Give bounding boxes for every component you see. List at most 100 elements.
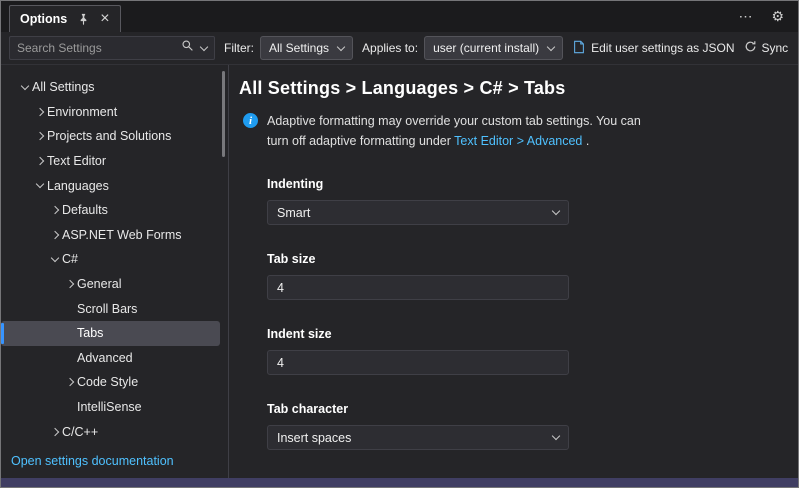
applies-to-value: user (current install) [433,41,540,55]
search-box[interactable] [9,36,215,60]
search-input[interactable] [17,41,174,55]
applies-to-dropdown[interactable]: user (current install) [424,36,564,60]
sidebar-item-aspnet-web-forms[interactable]: ASP.NET Web Forms [1,223,220,248]
pin-icon[interactable] [77,13,90,26]
titlebar-actions: ⋯ ⚙ [738,1,798,32]
search-icon[interactable] [181,39,194,57]
settings-tree: All Settings Environment Projects and So… [1,75,228,446]
filter-value: All Settings [269,41,330,55]
open-settings-documentation-link[interactable]: Open settings documentation [1,446,228,478]
sidebar-item-csharp[interactable]: C# [1,247,220,272]
tree-item-label: Advanced [77,350,133,365]
tab-title: Options [20,12,68,26]
chevron-down-icon [336,42,346,51]
tree-item-label: Tabs [77,326,104,341]
info-line-2: turn off adaptive formatting under Text … [267,134,590,148]
applies-to-group: Applies to: user (current install) [362,36,564,60]
edit-json-icon [572,40,586,57]
sidebar-item-code-style[interactable]: Code Style [1,370,220,395]
sidebar-item-general[interactable]: General [1,272,220,297]
breadcrumb: All Settings > Languages > C# > Tabs [239,78,566,98]
chevron-right-icon[interactable] [32,156,47,166]
tree-item-label: Text Editor [47,154,107,169]
chevron-down-icon [546,42,556,51]
chevron-right-icon[interactable] [62,279,77,289]
sidebar-item-languages[interactable]: Languages [1,173,220,198]
sidebar-item-intellisense[interactable]: IntelliSense [1,395,220,420]
field-tab-size: Tab size [267,252,569,300]
gear-icon[interactable]: ⚙ [771,8,784,25]
text-editor-advanced-link[interactable]: Text Editor > Advanced [454,134,582,148]
status-strip [1,478,798,487]
tab-size-input[interactable] [277,280,559,295]
toolbar: Filter: All Settings Applies to: user (c… [1,32,798,65]
tree-item-label: ASP.NET Web Forms [62,227,182,242]
tree-item-label: Environment [47,104,118,119]
close-icon[interactable]: × [100,11,109,27]
edit-json-label: Edit user settings as JSON [591,41,735,55]
tab-options[interactable]: Options × [9,5,121,32]
chevron-down-icon[interactable] [47,253,62,263]
indenting-select[interactable]: Smart [267,200,569,225]
sidebar-scrollbar[interactable] [222,71,225,157]
settings-tree-sidebar: All Settings Environment Projects and So… [1,65,229,478]
chevron-down-icon[interactable] [17,81,32,91]
field-indent-size: Indent size [267,327,569,375]
tree-item-label: Defaults [62,203,108,218]
sidebar-item-environment[interactable]: Environment [1,100,220,125]
sync-icon [744,40,757,56]
sidebar-item-defaults[interactable]: Defaults [1,198,220,223]
chevron-right-icon[interactable] [32,107,47,117]
indent-size-input[interactable] [277,355,559,370]
chevron-down-icon [551,431,561,441]
field-indenting: Indenting Smart [267,177,569,225]
chevron-right-icon[interactable] [47,206,62,215]
tab-size-control [267,275,569,300]
ellipsis-menu-icon[interactable]: ⋯ [738,8,753,25]
search-chevron-down-icon[interactable] [199,42,209,51]
settings-page: All Settings > Languages > C# > Tabs i A… [229,65,798,478]
tab-character-select[interactable]: Insert spaces [267,425,569,450]
sidebar-item-tabs[interactable]: Tabs [1,320,220,346]
info-icon: i [243,113,258,128]
sidebar-item-advanced[interactable]: Advanced [1,346,220,371]
tree-item-label: C# [62,252,78,267]
sidebar-item-scroll-bars[interactable]: Scroll Bars [1,296,220,321]
tabs-settings-form: Indenting Smart Tab size Indent size [267,177,778,450]
titlebar: Options × ⋯ ⚙ [1,1,798,32]
tab-size-label: Tab size [267,252,316,266]
tab-character-value: Insert spaces [277,430,352,445]
tree-item-label: All Settings [32,80,95,95]
indent-size-label: Indent size [267,327,332,341]
tree-item-label: C/C++ [62,424,99,439]
info-text: Adaptive formatting may override your cu… [267,111,641,151]
filter-dropdown[interactable]: All Settings [260,36,354,60]
tree-item-label: Code Style [77,375,139,390]
adaptive-formatting-note: i Adaptive formatting may override your … [243,111,763,151]
chevron-right-icon[interactable] [62,378,77,387]
indent-size-control [267,350,569,375]
sidebar-item-c-cpp[interactable]: C/C++ [1,419,220,444]
tree-item-label: Languages [47,178,109,193]
info-line-1: Adaptive formatting may override your cu… [267,114,641,128]
chevron-down-icon[interactable] [32,179,47,189]
app-body: All Settings Environment Projects and So… [1,65,798,478]
sync-button[interactable]: Sync [744,40,789,56]
filter-group: Filter: All Settings [224,36,354,60]
field-tab-character: Tab character Insert spaces [267,402,569,450]
tree-item-label: Scroll Bars [77,301,138,316]
sidebar-item-projects-and-solutions[interactable]: Projects and Solutions [1,124,220,149]
applies-to-label: Applies to: [362,41,419,55]
sidebar-item-all-settings[interactable]: All Settings [1,75,220,100]
options-window: Options × ⋯ ⚙ Filte [0,0,799,488]
tree-item-label: Projects and Solutions [47,129,172,144]
edit-json-button[interactable]: Edit user settings as JSON [572,40,735,57]
chevron-right-icon[interactable] [47,230,62,240]
filter-label: Filter: [224,41,254,55]
chevron-right-icon[interactable] [47,427,62,436]
sidebar-item-text-editor[interactable]: Text Editor [1,149,220,174]
chevron-right-icon[interactable] [32,132,47,141]
sync-label: Sync [761,41,789,55]
indenting-label: Indenting [267,177,324,191]
tree-item-label: General [77,277,122,292]
